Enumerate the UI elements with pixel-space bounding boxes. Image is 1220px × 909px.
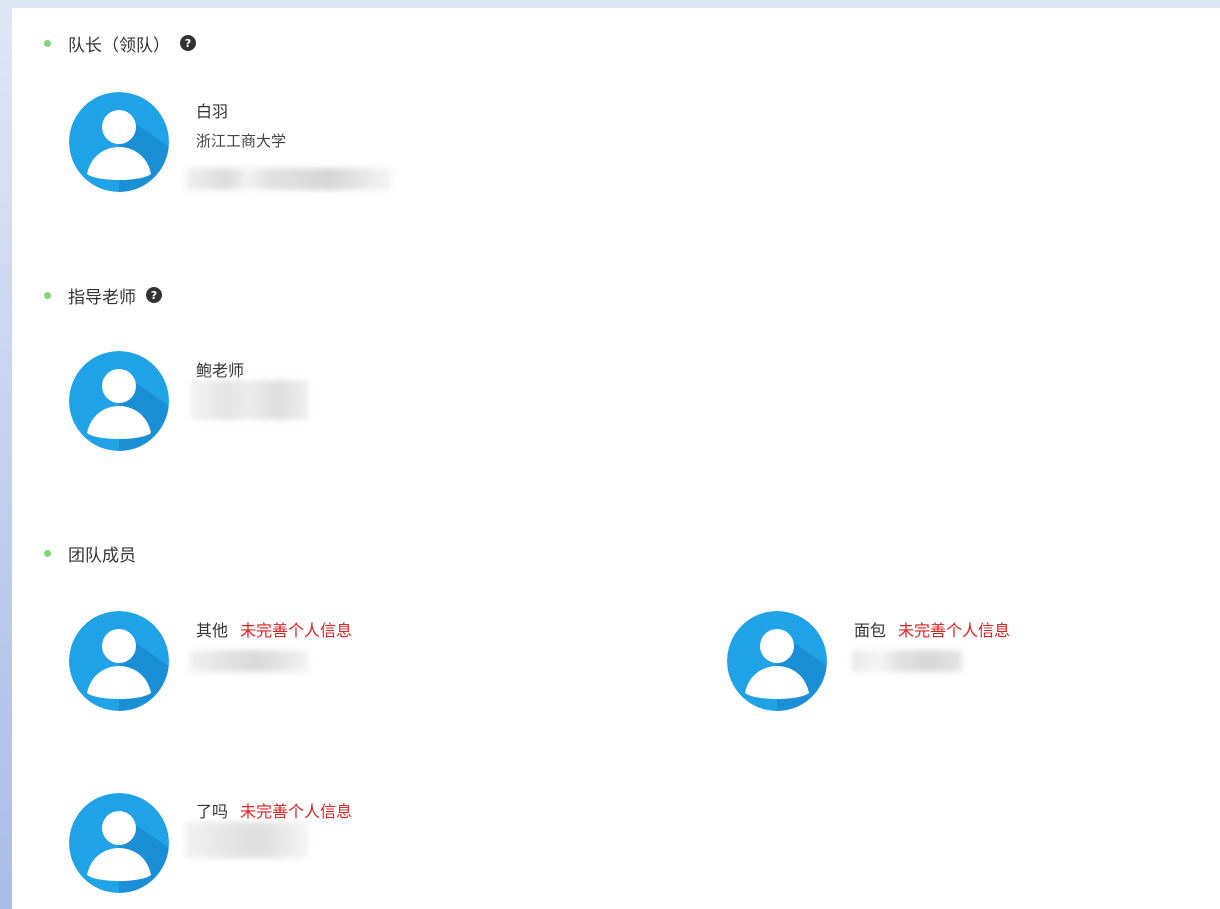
leader-school: 浙江工商大学	[196, 132, 287, 150]
incomplete-profile-link[interactable]: 未完善个人信息	[898, 621, 1010, 640]
redacted-contact	[186, 168, 392, 190]
member-name-row: 其他 未完善个人信息	[196, 617, 352, 641]
member-name-row: 了吗 未完善个人信息	[196, 798, 352, 822]
help-icon[interactable]: ?	[146, 287, 162, 303]
redacted-contact	[852, 650, 962, 672]
advisor-avatar	[69, 351, 169, 451]
team-info-panel: 队长（领队） ? 白羽 浙江工商大学 指导老师 ? 鲍老师 团队成员 其他 未完…	[12, 8, 1220, 909]
user-avatar-icon	[727, 611, 827, 711]
bullet-dot	[44, 39, 51, 47]
member-avatar	[69, 611, 169, 711]
advisor-heading: 指导老师	[68, 287, 136, 308]
help-icon[interactable]: ?	[180, 35, 196, 51]
members-heading: 团队成员	[68, 545, 136, 566]
member-name: 其他	[196, 621, 229, 640]
user-avatar-icon	[69, 611, 169, 711]
member-avatar	[727, 611, 827, 711]
redacted-contact	[186, 822, 308, 858]
section-advisor: 指导老师 ?	[44, 283, 162, 308]
user-avatar-icon	[69, 793, 169, 893]
section-leader: 队长（领队） ?	[44, 31, 196, 56]
leader-name: 白羽	[196, 102, 229, 121]
user-avatar-icon	[69, 351, 169, 451]
advisor-name: 鲍老师	[196, 361, 245, 380]
user-avatar-icon	[69, 92, 169, 192]
bullet-dot	[44, 291, 51, 299]
redacted-contact	[190, 650, 308, 672]
section-members: 团队成员	[44, 541, 136, 566]
leader-avatar	[69, 92, 169, 192]
bullet-dot	[44, 549, 51, 557]
member-name: 面包	[854, 621, 887, 640]
redacted-contact	[190, 380, 308, 420]
member-name-row: 面包 未完善个人信息	[854, 617, 1010, 641]
incomplete-profile-link[interactable]: 未完善个人信息	[240, 621, 352, 640]
member-name: 了吗	[196, 802, 229, 821]
leader-heading: 队长（领队）	[68, 35, 170, 56]
incomplete-profile-link[interactable]: 未完善个人信息	[240, 802, 352, 821]
member-avatar	[69, 793, 169, 893]
